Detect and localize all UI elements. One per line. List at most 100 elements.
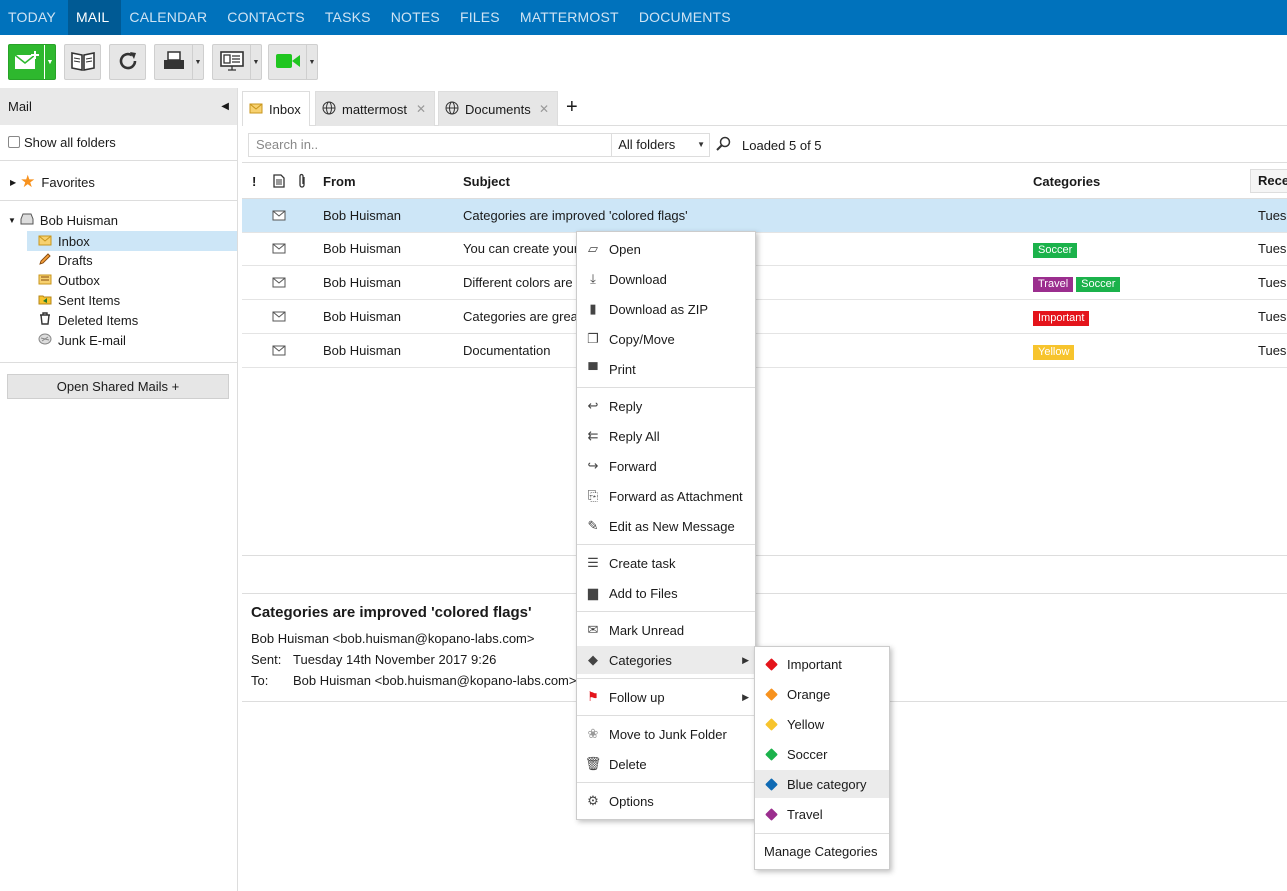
view-dropdown-icon[interactable]: ▼ [250,45,261,79]
menu-item-label: Download as ZIP [609,301,708,317]
nav-tab-mattermost[interactable]: MATTERMOST [512,0,631,35]
menu-item-categories[interactable]: ◆ Categories ▶ [577,646,755,674]
address-book-button[interactable] [64,44,101,80]
categories-column-header[interactable]: Categories [1033,174,1100,189]
video-call-dropdown-icon[interactable]: ▼ [306,45,317,79]
tab-mattermost[interactable]: mattermost ✕ [315,91,435,126]
menu-item-edit-as-new[interactable]: ✎ Edit as New Message [577,512,755,540]
add-tab-icon[interactable]: + [566,96,578,119]
received-column-header[interactable]: Rece [1250,169,1287,193]
attachment-icon[interactable] [297,173,307,192]
menu-item-reply-all[interactable]: ⇇ Reply All [577,422,755,450]
preview-from[interactable]: Bob Huisman <bob.huisman@kopano-labs.com… [251,631,534,646]
row-subject: You can create your [463,241,579,256]
video-camera-icon [275,52,301,73]
expand-favorites-icon[interactable]: ▶ [10,178,16,187]
dropdown-arrow-icon[interactable]: ▼ [697,134,705,156]
nav-tab-files[interactable]: FILES [452,0,512,35]
view-button[interactable]: ▼ [212,44,262,80]
category-item-blue[interactable]: Blue category [755,770,889,798]
folder-scope-select[interactable]: All folders ▼ [612,134,709,156]
manage-categories-label: Manage Categories [764,843,878,859]
new-mail-dropdown-icon[interactable]: ▼ [44,45,55,79]
refresh-button[interactable] [109,44,146,80]
nav-tab-calendar[interactable]: CALENDAR [121,0,219,35]
menu-item-open[interactable]: ▱ Open [577,235,755,263]
menu-item-download[interactable]: ⤓ Download [577,265,755,293]
folder-outbox[interactable]: Outbox [27,270,237,290]
importance-column-header[interactable]: ! [252,174,256,189]
nav-tab-documents[interactable]: DOCUMENTS [631,0,743,35]
category-item-yellow[interactable]: Yellow [755,710,889,738]
tag-icon: ◆ [588,652,598,667]
menu-item-add-to-files[interactable]: ▆ Add to Files [577,579,755,607]
manage-categories-item[interactable]: Manage Categories [755,837,889,865]
menu-item-options[interactable]: ⚙ Options [577,787,755,815]
table-row[interactable]: Bob Huisman You can create your Soccer T… [242,232,1287,266]
print-button[interactable]: ▼ [154,44,204,80]
menu-item-create-task[interactable]: ☰ Create task [577,549,755,577]
menu-item-forward-attachment[interactable]: ⎘ Forward as Attachment [577,482,755,510]
new-mail-button[interactable]: ▼ [8,44,56,80]
close-tab-icon[interactable]: ✕ [539,102,549,116]
menu-item-follow-up[interactable]: ⚑ Follow up ▶ [577,683,755,711]
sidebar-title: Mail [8,99,32,114]
category-item-travel[interactable]: Travel [755,800,889,828]
envelope-icon [272,276,286,291]
search-input[interactable]: Search in.. [249,134,613,156]
sidebar-divider [0,200,237,201]
table-row[interactable]: Bob Huisman Documentation Yellow Tues [242,334,1287,368]
close-tab-icon[interactable]: ✕ [416,102,426,116]
nav-tab-today[interactable]: TODAY [0,0,68,35]
row-from: Bob Huisman [323,208,402,223]
table-row[interactable]: Bob Huisman Different colors are Travel S… [242,266,1287,300]
menu-item-reply[interactable]: ↩ Reply [577,392,755,420]
category-item-orange[interactable]: Orange [755,680,889,708]
menu-item-mark-unread[interactable]: ✉ Mark Unread [577,616,755,644]
menu-item-download-zip[interactable]: ▮ Download as ZIP [577,295,755,323]
account-name: Bob Huisman [39,212,118,228]
folder-sent-items[interactable]: Sent Items [27,290,237,310]
reply-all-icon: ⇇ [587,428,599,443]
collapse-account-icon[interactable]: ▼ [8,216,16,225]
preview-sent-value: Tuesday 14th November 2017 9:26 [293,652,497,667]
menu-item-label: Delete [609,756,647,772]
folder-inbox[interactable]: Inbox [27,231,237,251]
menu-item-move-to-junk[interactable]: ❀ Move to Junk Folder [577,720,755,748]
video-call-button[interactable]: ▼ [268,44,318,80]
menu-item-print[interactable]: ▀ Print [577,355,755,383]
print-dropdown-icon[interactable]: ▼ [192,45,203,79]
from-column-header[interactable]: From [323,174,356,189]
preview-divider [242,593,1287,594]
favorites-node[interactable]: ▶ ★ Favorites [10,172,95,192]
folder-drafts[interactable]: Drafts [27,250,237,270]
envelope-icon [272,310,286,325]
menu-item-delete[interactable]: 🗑 Delete [577,750,755,778]
nav-tab-contacts[interactable]: CONTACTS [219,0,317,35]
category-item-important[interactable]: Important [755,650,889,678]
nav-tab-notes[interactable]: NOTES [383,0,452,35]
menu-item-label: Edit as New Message [609,518,735,534]
open-shared-mails-button[interactable]: Open Shared Mails + [7,374,229,399]
tab-documents[interactable]: Documents ✕ [438,91,558,126]
table-row[interactable]: Bob Huisman Categories are improved 'col… [242,199,1287,233]
show-all-folders-checkbox[interactable] [8,136,20,148]
search-icon[interactable] [715,136,731,155]
category-item-soccer[interactable]: Soccer [755,740,889,768]
show-all-folders-row[interactable]: Show all folders [8,132,116,152]
collapse-sidebar-icon[interactable]: ◀ [221,101,229,112]
row-from: Bob Huisman [323,309,402,324]
document-icon[interactable] [273,174,285,191]
subject-column-header[interactable]: Subject [463,174,510,189]
tab-inbox[interactable]: Inbox [242,91,310,126]
table-row[interactable]: Bob Huisman Categories are grea Importan… [242,300,1287,334]
preview-to-value[interactable]: Bob Huisman <bob.huisman@kopano-labs.com… [293,673,576,688]
folder-junk-email[interactable]: Junk E-mail [27,330,237,350]
menu-item-copy-move[interactable]: ❐ Copy/Move [577,325,755,353]
folder-deleted-items[interactable]: Deleted Items [27,310,237,330]
account-node[interactable]: ▼ Bob Huisman [8,210,118,230]
sent-folder-icon [37,293,53,308]
nav-tab-tasks[interactable]: TASKS [317,0,383,35]
nav-tab-mail[interactable]: MAIL [67,0,122,35]
menu-item-forward[interactable]: ↪ Forward [577,452,755,480]
